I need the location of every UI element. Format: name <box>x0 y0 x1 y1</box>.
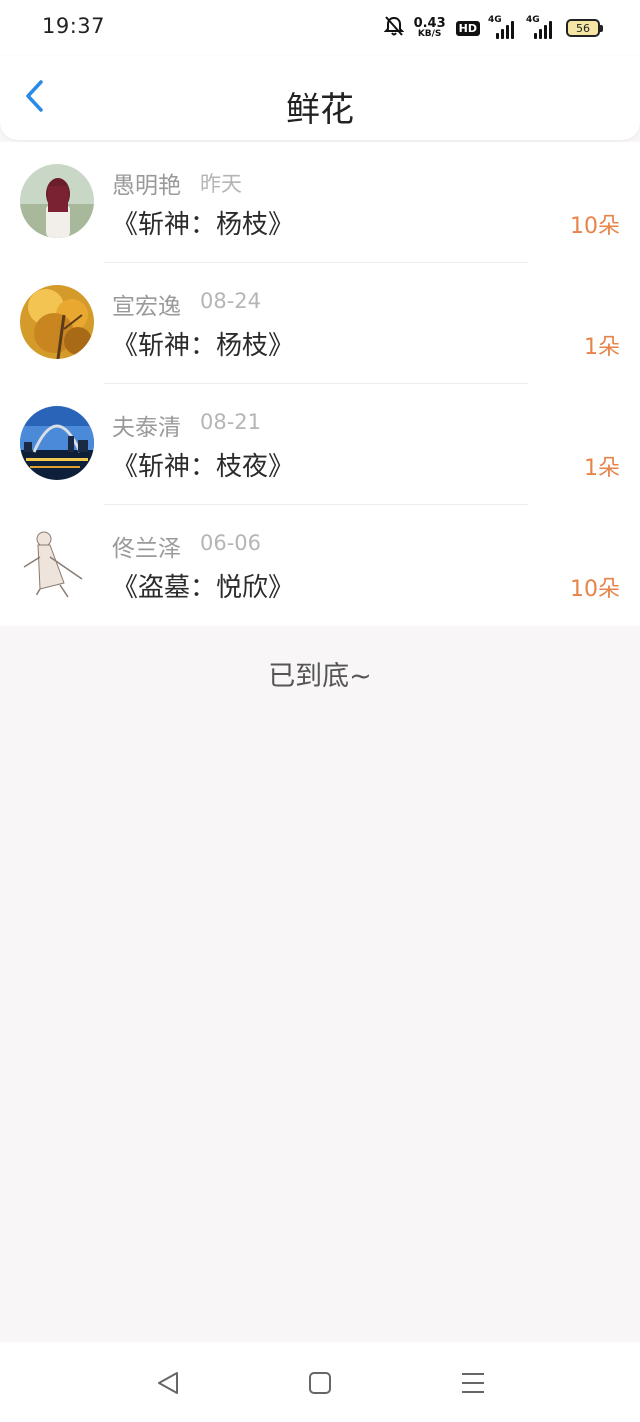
hd-badge: HD <box>455 20 480 36</box>
page-title: 鲜花 <box>286 90 354 130</box>
bell-off-icon <box>383 15 404 41</box>
list-item[interactable]: 夫泰清 08-21 《斩神：枝夜》 1朵 <box>0 384 640 505</box>
avatar[interactable] <box>20 164 94 238</box>
end-of-list-text: 已到底~ <box>268 661 372 692</box>
avatar[interactable] <box>20 527 94 601</box>
list-item[interactable]: 宣宏逸 08-24 《斩神：杨枝》 1朵 <box>0 263 640 384</box>
list-item[interactable]: 愚明艳 昨天 《斩神：杨枝》 10朵 <box>0 142 640 263</box>
flower-count: 1朵 <box>584 456 620 481</box>
flower-list: 愚明艳 昨天 《斩神：杨枝》 10朵 宣宏逸 08-24 《斩神：杨枝》 1朵 <box>0 142 640 626</box>
header: 鲜花 <box>0 56 640 140</box>
user-name: 宣宏逸 <box>112 294 181 320</box>
work-title: 《斩神：杨枝》 <box>112 210 295 240</box>
signal-icon: 4G <box>526 15 556 39</box>
battery-icon: 56 <box>566 19 603 37</box>
menu-lines-icon[interactable] <box>458 1368 488 1398</box>
battery-level: 56 <box>576 21 590 35</box>
signal-tag: 4G <box>526 15 540 25</box>
status-icons: 0.43 KB/S HD 4G 4G 56 <box>383 12 603 44</box>
flower-count: 10朵 <box>570 214 620 239</box>
system-nav-bar <box>0 1342 640 1422</box>
status-bar: 19:37 0.43 KB/S HD 4G 4G 56 <box>0 0 640 56</box>
status-time: 19:37 <box>42 14 106 38</box>
home-square-icon[interactable] <box>305 1368 335 1398</box>
list-item[interactable]: 佟兰泽 06-06 《盗墓：悦欣》 10朵 <box>0 505 640 626</box>
net-speed: 0.43 KB/S <box>414 17 446 39</box>
flower-count: 10朵 <box>570 577 620 602</box>
user-name: 愚明艳 <box>112 173 181 199</box>
flower-count: 1朵 <box>584 335 620 360</box>
date: 08-24 <box>200 289 262 313</box>
avatar[interactable] <box>20 406 94 480</box>
user-name: 佟兰泽 <box>112 536 181 562</box>
signal-tag: 4G <box>488 15 502 25</box>
date: 昨天 <box>200 172 242 196</box>
back-triangle-icon[interactable] <box>153 1368 183 1398</box>
work-title: 《盗墓：悦欣》 <box>112 573 295 603</box>
avatar[interactable] <box>20 285 94 359</box>
date: 06-06 <box>200 531 262 555</box>
signal-icon: 4G <box>488 15 518 39</box>
work-title: 《斩神：杨枝》 <box>112 331 295 361</box>
date: 08-21 <box>200 410 262 434</box>
user-name: 夫泰清 <box>112 415 181 441</box>
net-speed-unit: KB/S <box>417 29 442 39</box>
work-title: 《斩神：枝夜》 <box>112 452 295 482</box>
